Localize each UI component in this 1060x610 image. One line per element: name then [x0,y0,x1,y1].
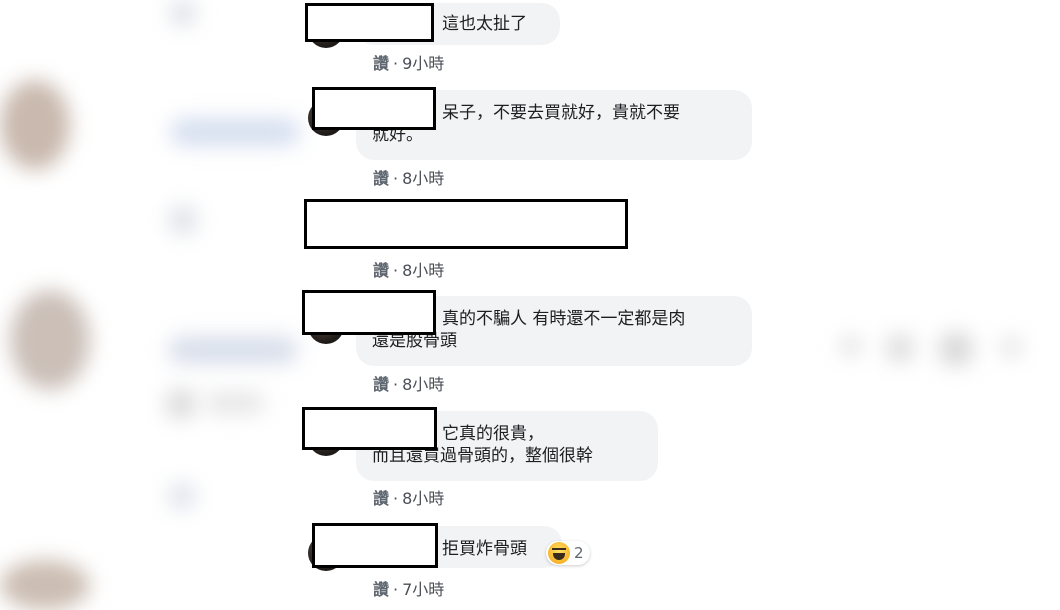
like-link[interactable]: 讚 [373,489,389,508]
separator: · [393,54,399,73]
blurred-background-shape [205,392,265,414]
reaction-badge[interactable]: 2 [546,541,590,565]
redacted-username [305,3,434,42]
like-link[interactable]: 讚 [373,169,389,188]
timestamp[interactable]: 8小時 [402,489,444,508]
comment-meta: 讚 · 8小時 [373,371,444,395]
blurred-background-shape [168,336,298,364]
blurred-avatar [938,331,974,367]
comment-text: 這也太扯了 [442,14,527,34]
blurred-avatar [0,80,70,170]
blurred-avatar [1000,336,1022,358]
timestamp[interactable]: 9小時 [402,54,444,73]
comment-text: 拒買炸骨頭 [442,539,527,559]
like-link[interactable]: 讚 [373,375,389,394]
blurred-avatar [165,388,197,420]
blurred-avatar [168,482,196,510]
blurred-avatar [885,333,915,363]
redacted-comment [304,199,628,249]
comment-meta: 讚 · 8小時 [373,485,444,509]
separator: · [393,261,399,280]
timestamp[interactable]: 7小時 [402,580,444,599]
blurred-avatar [0,560,90,610]
timestamp[interactable]: 8小時 [402,375,444,394]
comment-meta: 讚 · 8小時 [373,257,444,281]
comment-meta: 讚 · 9小時 [373,50,444,74]
timestamp[interactable]: 8小時 [402,169,444,188]
blurred-avatar [170,0,196,26]
like-link[interactable]: 讚 [373,261,389,280]
blurred-avatar [168,205,198,235]
blurred-avatar [10,290,90,390]
blurred-background-shape [170,118,300,146]
like-link[interactable]: 讚 [373,54,389,73]
redacted-username [312,523,438,568]
blurred-avatar [840,335,862,357]
separator: · [393,375,399,394]
reaction-count: 2 [574,544,584,562]
redacted-username [302,407,437,450]
like-link[interactable]: 讚 [373,580,389,599]
haha-icon [548,542,570,564]
separator: · [393,489,399,508]
separator: · [393,580,399,599]
separator: · [393,169,399,188]
redacted-username [312,87,436,130]
redacted-username [302,290,436,335]
timestamp[interactable]: 8小時 [402,261,444,280]
comment-meta: 讚 · 7小時 [373,576,444,600]
comment-meta: 讚 · 8小時 [373,165,444,189]
